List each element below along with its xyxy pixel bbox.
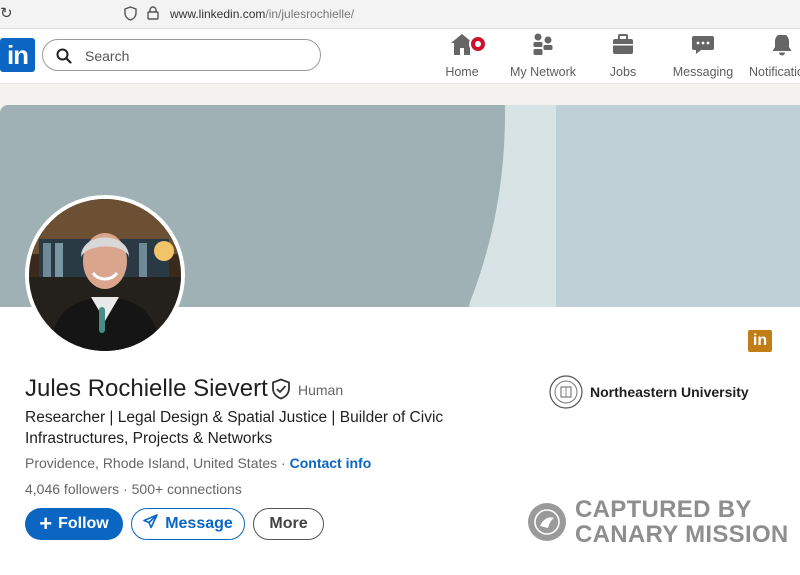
profile-stats: 4,046 followers · 500+ connections	[25, 481, 242, 497]
bell-icon	[771, 35, 793, 61]
nav-item-home[interactable]: Home	[422, 34, 502, 79]
separator: ·	[277, 455, 290, 471]
send-icon	[143, 514, 159, 534]
verified-shield-icon[interactable]	[271, 378, 291, 405]
search-input[interactable]	[83, 44, 307, 68]
notification-badge	[469, 35, 487, 53]
nav-item-jobs[interactable]: Jobs	[583, 32, 663, 79]
linkedin-logo[interactable]: in	[0, 38, 35, 72]
profile-location-line: Providence, Rhode Island, United States …	[25, 455, 371, 471]
search-box[interactable]	[42, 39, 321, 71]
profile-headline: Researcher | Legal Design & Spatial Just…	[25, 409, 444, 447]
separator: ·	[119, 481, 132, 497]
watermark-line-1: CAPTURED BY	[575, 496, 752, 523]
lock-icon[interactable]	[147, 6, 159, 25]
reload-icon[interactable]: ↻	[0, 4, 13, 22]
nav-item-label: Jobs	[609, 65, 637, 79]
canary-mission-logo-icon	[527, 502, 567, 547]
follow-button[interactable]: + Follow	[25, 508, 123, 540]
more-button[interactable]: More	[253, 508, 324, 540]
nav-item-notifications[interactable]: Notifications	[743, 35, 800, 79]
url-path: /in/julesrochielle/	[265, 7, 355, 21]
nav-item-my-network[interactable]: My Network	[503, 32, 583, 79]
profile-name: Jules Rochielle Sievert	[25, 375, 268, 402]
message-button[interactable]: Message	[131, 508, 245, 540]
profile-card: in Jules Rochielle Sievert Human Researc…	[0, 105, 800, 575]
nav-item-messaging[interactable]: Messaging	[663, 35, 743, 79]
profile-location: Providence, Rhode Island, United States	[25, 455, 278, 471]
profile-photo[interactable]	[25, 195, 185, 355]
chat-icon	[691, 32, 715, 61]
briefcase-icon	[611, 32, 635, 61]
nav-item-label: Messaging	[672, 65, 734, 79]
url-text[interactable]: www.linkedin.com/in/julesrochielle/	[170, 7, 354, 21]
verification-label: Human	[298, 382, 344, 398]
network-icon	[531, 32, 555, 61]
nav-item-label: My Network	[510, 65, 576, 79]
follow-label: Follow	[58, 515, 109, 532]
browser-address-bar: ↻ www.linkedin.com/in/julesrochielle/	[0, 0, 800, 29]
more-label: More	[269, 515, 308, 532]
watermark-text: CAPTURED BY CANARY MISSION	[575, 497, 789, 547]
watermark-line-2: CANARY MISSION	[575, 521, 789, 548]
education-name[interactable]: Northeastern University	[590, 384, 749, 400]
search-icon	[56, 48, 72, 69]
linkedin-badge-icon[interactable]: in	[748, 330, 772, 352]
nav-item-label: Notifications	[749, 65, 800, 79]
message-label: Message	[165, 515, 233, 532]
url-domain: www.linkedin.com	[170, 7, 266, 21]
plus-icon: +	[39, 511, 53, 536]
contact-info-link[interactable]: Contact info	[290, 455, 372, 471]
university-seal-icon[interactable]	[549, 375, 583, 414]
shield-icon[interactable]	[124, 6, 137, 26]
connections-count[interactable]: 500+ connections	[132, 481, 242, 497]
followers-count: 4,046 followers	[25, 481, 120, 497]
top-navigation: in Home My Network Jobs	[0, 29, 800, 84]
nav-item-label: Home	[445, 65, 479, 79]
